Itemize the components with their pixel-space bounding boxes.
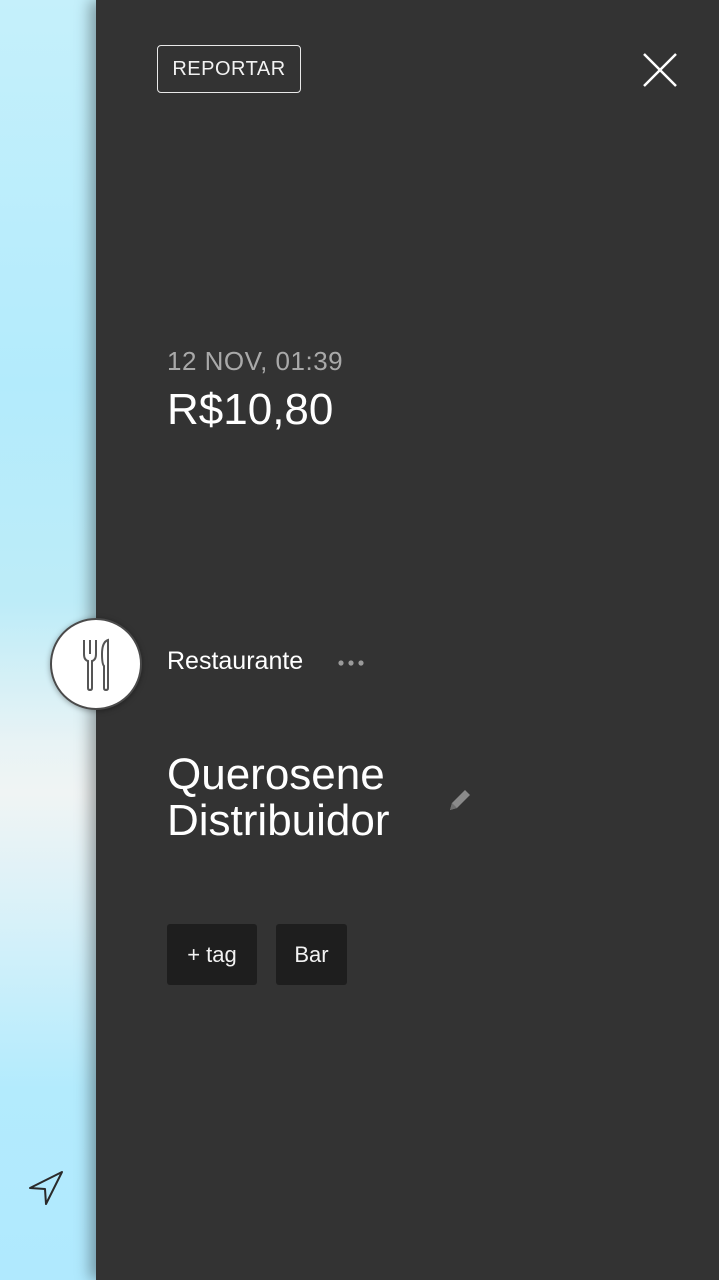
more-dots-icon[interactable] [337,657,365,669]
transaction-date: 12 NOV, 01:39 [167,346,344,376]
pencil-icon[interactable] [446,786,474,814]
add-tag-button[interactable]: + tag [167,924,257,985]
transaction-amount: R$10,80 [167,385,334,434]
close-icon[interactable] [638,48,682,92]
report-button[interactable]: REPORTAR [157,45,301,93]
merchant-name[interactable]: Querosene Distribuidor [167,752,457,844]
transaction-detail-panel [96,0,719,1280]
fork-knife-icon [83,638,109,692]
merchant-name-line1: Querosene [167,750,385,799]
category-badge[interactable] [50,618,142,710]
screen: REPORTAR 12 NOV, 01:39 R$10,80 Restauran… [0,0,719,1280]
tag-chip-bar[interactable]: Bar [276,924,347,985]
location-arrow-icon[interactable] [26,1168,66,1208]
category-label[interactable]: Restaurante [167,647,303,676]
merchant-name-line2: Distribuidor [167,796,390,845]
